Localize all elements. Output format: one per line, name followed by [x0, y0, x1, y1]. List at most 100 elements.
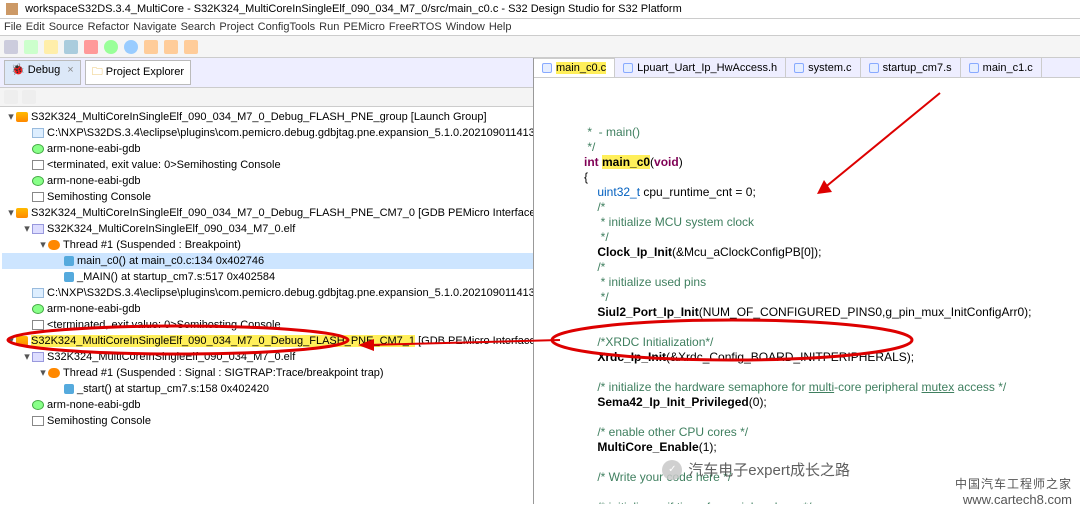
tree-node[interactable]: Semihosting Console: [2, 189, 533, 205]
frame-icon: [64, 272, 74, 282]
close-icon[interactable]: ×: [67, 64, 73, 76]
code-line[interactable]: * initialize MCU system clock: [584, 215, 1080, 230]
tab-pe-label: Project Explorer: [106, 66, 184, 78]
console-icon: [32, 192, 44, 202]
menu-configtools[interactable]: ConfigTools: [258, 21, 315, 33]
collapse-all-icon[interactable]: [4, 90, 18, 104]
code-line[interactable]: * initialize used pins: [584, 275, 1080, 290]
save-icon[interactable]: [24, 40, 38, 54]
tree-node[interactable]: ▾ S32K324_MultiCoreInSingleElf_090_034_M7…: [2, 205, 533, 221]
tree-label: arm-none-eabi-gdb: [47, 143, 141, 155]
tree-node[interactable]: arm-none-eabi-gdb: [2, 141, 533, 157]
tree-node[interactable]: ▾S32K324_MultiCoreInSingleElf_090_034_M7…: [2, 221, 533, 237]
editor-tab[interactable]: main_c1.c: [961, 58, 1042, 77]
editor-tab[interactable]: Lpuart_Uart_Ip_HwAccess.h: [615, 58, 786, 77]
tree-label: main_c0() at main_c0.c:134 0x402746: [77, 255, 264, 267]
code-line[interactable]: [584, 410, 1080, 425]
tree-node[interactable]: ▾Thread #1 (Suspended : Signal : SIGTRAP…: [2, 365, 533, 381]
code-line[interactable]: Siul2_Port_Ip_Init(NUM_OF_CONFIGURED_PIN…: [584, 305, 1080, 320]
tree-node[interactable]: <terminated, exit value: 0>Semihosting C…: [2, 317, 533, 333]
code-line[interactable]: uint32_t cpu_runtime_cnt = 0;: [584, 185, 1080, 200]
twisty-icon[interactable]: ▾: [6, 205, 16, 221]
file-icon: [869, 63, 879, 73]
debug-icon[interactable]: [124, 40, 138, 54]
code-line[interactable]: /*XRDC Initialization*/: [584, 335, 1080, 350]
tree-node[interactable]: C:\NXP\S32DS.3.4\eclipse\plugins\com.pem…: [2, 125, 533, 141]
tree-node[interactable]: arm-none-eabi-gdb: [2, 397, 533, 413]
code-line[interactable]: * - main(): [584, 125, 1080, 140]
tree-node[interactable]: arm-none-eabi-gdb: [2, 173, 533, 189]
code-line[interactable]: */: [584, 140, 1080, 155]
tab-label: main_c0.c: [556, 62, 606, 74]
debug-tree[interactable]: ▾ S32K324_MultiCoreInSingleElf_090_034_M7…: [0, 107, 533, 504]
tree-node[interactable]: _MAIN() at startup_cm7.s:517 0x402584: [2, 269, 533, 285]
menu-navigate[interactable]: Navigate: [133, 21, 176, 33]
tree-label: <terminated, exit value: 0>Semihosting C…: [47, 319, 281, 331]
step-return-icon[interactable]: [184, 40, 198, 54]
tab-project-explorer[interactable]: 🗀 Project Explorer: [85, 60, 191, 85]
code-line[interactable]: [584, 320, 1080, 335]
code-line[interactable]: /*: [584, 200, 1080, 215]
code-line[interactable]: {: [584, 170, 1080, 185]
code-line[interactable]: int main_c0(void): [584, 155, 1080, 170]
step-into-icon[interactable]: [164, 40, 178, 54]
tree-node[interactable]: ▾S32K324_MultiCoreInSingleElf_090_034_M7…: [2, 349, 533, 365]
twisty-icon[interactable]: ▾: [6, 109, 16, 125]
code-line[interactable]: [584, 365, 1080, 380]
run-icon[interactable]: [104, 40, 118, 54]
code-line[interactable]: Sema42_Ip_Init_Privileged(0);: [584, 395, 1080, 410]
tab-label: Lpuart_Uart_Ip_HwAccess.h: [637, 62, 777, 74]
link-icon[interactable]: [22, 90, 36, 104]
twisty-icon[interactable]: ▾: [22, 349, 32, 365]
tree-label: Semihosting Console: [47, 191, 151, 203]
menu-refactor[interactable]: Refactor: [88, 21, 130, 33]
menu-freertos[interactable]: FreeRTOS: [389, 21, 442, 33]
tab-debug[interactable]: 🐞 Debug ×: [4, 60, 81, 85]
menu-edit[interactable]: Edit: [26, 21, 45, 33]
code-line[interactable]: /* initialize the hardware semaphore for…: [584, 380, 1080, 395]
tree-label: S32K324_MultiCoreInSingleElf_090_034_M7_…: [31, 207, 533, 219]
menu-search[interactable]: Search: [181, 21, 216, 33]
tree-node[interactable]: arm-none-eabi-gdb: [2, 301, 533, 317]
twisty-icon[interactable]: ▾: [38, 237, 48, 253]
elf-icon: [32, 224, 44, 234]
launch-icon: [16, 208, 28, 218]
menu-source[interactable]: Source: [49, 21, 84, 33]
menu-window[interactable]: Window: [446, 21, 485, 33]
editor-tab[interactable]: system.c: [786, 58, 860, 77]
menu-pemicro[interactable]: PEMicro: [343, 21, 385, 33]
editor-tab[interactable]: startup_cm7.s: [861, 58, 961, 77]
tree-node[interactable]: ▾Thread #1 (Suspended : Breakpoint): [2, 237, 533, 253]
tree-node[interactable]: ▾S32K324_MultiCoreInSingleElf_090_034_M7…: [2, 333, 533, 349]
tree-node[interactable]: <terminated, exit value: 0>Semihosting C…: [2, 157, 533, 173]
code-line[interactable]: */: [584, 290, 1080, 305]
tree-node[interactable]: _start() at startup_cm7.s:158 0x402420: [2, 381, 533, 397]
new-icon[interactable]: [4, 40, 18, 54]
tree-node[interactable]: main_c0() at main_c0.c:134 0x402746: [2, 253, 533, 269]
build-icon[interactable]: [44, 40, 58, 54]
tree-node[interactable]: Semihosting Console: [2, 413, 533, 429]
stop-icon[interactable]: [84, 40, 98, 54]
menu-run[interactable]: Run: [319, 21, 339, 33]
twisty-icon[interactable]: ▾: [6, 333, 16, 349]
menu-file[interactable]: File: [4, 21, 22, 33]
hammer-icon[interactable]: [64, 40, 78, 54]
tree-node[interactable]: ▾S32K324_MultiCoreInSingleElf_090_034_M7…: [2, 109, 533, 125]
code-line[interactable]: Xrdc_Ip_Init(&Xrdc_Config_BOARD_INITPERI…: [584, 350, 1080, 365]
code-line[interactable]: MultiCore_Enable(1);: [584, 440, 1080, 455]
code-line[interactable]: */: [584, 230, 1080, 245]
gdb-icon: [32, 400, 44, 410]
menu-project[interactable]: Project: [219, 21, 253, 33]
wechat-badge: ✓ 汽车电子expert成长之路: [662, 459, 850, 480]
editor-tab[interactable]: main_c0.c: [534, 58, 615, 77]
twisty-icon[interactable]: ▾: [38, 365, 48, 381]
code-line[interactable]: /*: [584, 260, 1080, 275]
tree-label: C:\NXP\S32DS.3.4\eclipse\plugins\com.pem…: [47, 127, 533, 139]
tree-node[interactable]: C:\NXP\S32DS.3.4\eclipse\plugins\com.pem…: [2, 285, 533, 301]
code-editor[interactable]: * - main() */int main_c0(void){ uint32_t…: [534, 78, 1080, 504]
step-over-icon[interactable]: [144, 40, 158, 54]
menu-help[interactable]: Help: [489, 21, 512, 33]
code-line[interactable]: /* enable other CPU cores */: [584, 425, 1080, 440]
code-line[interactable]: Clock_Ip_Init(&Mcu_aClockConfigPB[0]);: [584, 245, 1080, 260]
twisty-icon[interactable]: ▾: [22, 221, 32, 237]
